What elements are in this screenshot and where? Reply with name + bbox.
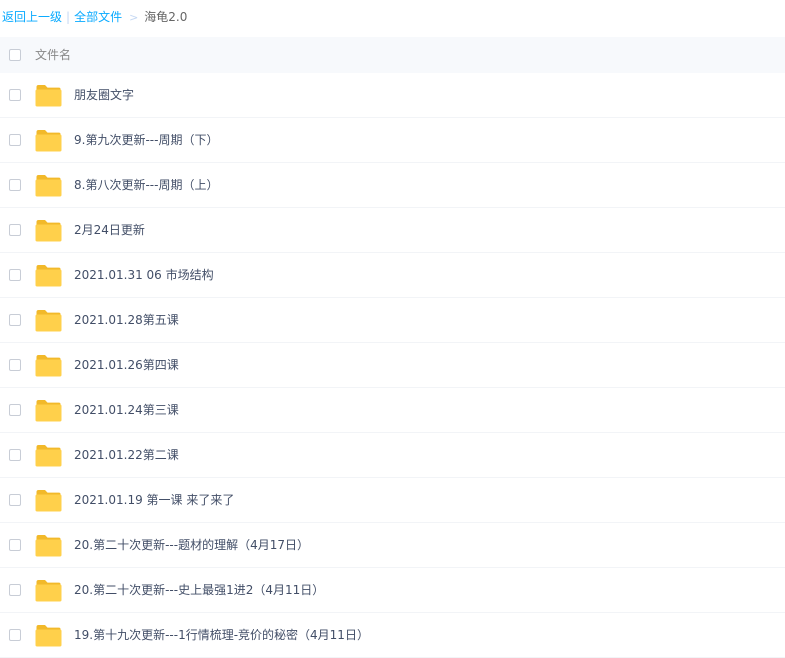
row-checkbox[interactable]: [9, 629, 21, 641]
file-row[interactable]: 9.第九次更新---周期（下）: [0, 118, 785, 163]
file-row[interactable]: 20.第二十次更新---题材的理解（4月17日）: [0, 523, 785, 568]
folder-icon[interactable]: [35, 624, 62, 647]
folder-icon[interactable]: [35, 84, 62, 107]
current-folder-name: 海龟2.0: [144, 10, 188, 24]
file-row[interactable]: 8.第八次更新---周期（上）: [0, 163, 785, 208]
file-name-link[interactable]: 2月24日更新: [74, 208, 145, 253]
row-checkbox[interactable]: [9, 584, 21, 596]
file-name-link[interactable]: 2021.01.19 第一课 来了来了: [74, 478, 234, 523]
row-checkbox[interactable]: [9, 224, 21, 236]
file-list-header: 文件名: [0, 37, 785, 73]
file-name-link[interactable]: 2021.01.31 06 市场结构: [74, 253, 214, 298]
file-name-link[interactable]: 19.第十九次更新---1行情梳理-竞价的秘密（4月11日）: [74, 613, 369, 658]
column-header-filename[interactable]: 文件名: [35, 37, 71, 73]
folder-icon[interactable]: [35, 399, 62, 422]
row-checkbox[interactable]: [9, 359, 21, 371]
back-link[interactable]: 返回上一级: [2, 10, 62, 24]
file-row[interactable]: 朋友圈文字: [0, 73, 785, 118]
file-row[interactable]: 2021.01.28第五课: [0, 298, 785, 343]
file-row[interactable]: 2021.01.31 06 市场结构: [0, 253, 785, 298]
select-all-checkbox[interactable]: [9, 49, 21, 61]
file-row[interactable]: 2021.01.26第四课: [0, 343, 785, 388]
breadcrumb-arrow-icon: >: [129, 11, 139, 24]
file-row[interactable]: 2021.01.24第三课: [0, 388, 785, 433]
file-name-link[interactable]: 9.第九次更新---周期（下）: [74, 118, 218, 163]
file-name-link[interactable]: 朋友圈文字: [74, 73, 134, 118]
all-files-link[interactable]: 全部文件: [74, 10, 122, 24]
file-name-link[interactable]: 20.第二十次更新---题材的理解（4月17日）: [74, 523, 309, 568]
row-checkbox[interactable]: [9, 449, 21, 461]
file-name-link[interactable]: 2021.01.22第二课: [74, 433, 179, 478]
row-checkbox[interactable]: [9, 134, 21, 146]
folder-icon[interactable]: [35, 174, 62, 197]
folder-icon[interactable]: [35, 579, 62, 602]
row-checkbox[interactable]: [9, 539, 21, 551]
folder-icon[interactable]: [35, 219, 62, 242]
folder-icon[interactable]: [35, 444, 62, 467]
breadcrumb-separator: |: [66, 10, 71, 24]
row-checkbox[interactable]: [9, 314, 21, 326]
row-checkbox[interactable]: [9, 269, 21, 281]
folder-icon[interactable]: [35, 129, 62, 152]
file-name-link[interactable]: 2021.01.24第三课: [74, 388, 179, 433]
file-row[interactable]: 2021.01.22第二课: [0, 433, 785, 478]
file-list: 朋友圈文字 9.第九次更新---周期（下） 8.第八次更新---周期（上） 2月24日…: [0, 73, 785, 658]
row-checkbox[interactable]: [9, 89, 21, 101]
file-row[interactable]: 2月24日更新: [0, 208, 785, 253]
folder-icon[interactable]: [35, 309, 62, 332]
row-checkbox[interactable]: [9, 179, 21, 191]
file-row[interactable]: 19.第十九次更新---1行情梳理-竞价的秘密（4月11日）: [0, 613, 785, 658]
folder-icon[interactable]: [35, 489, 62, 512]
file-row[interactable]: 2021.01.19 第一课 来了来了: [0, 478, 785, 523]
file-name-link[interactable]: 8.第八次更新---周期（上）: [74, 163, 218, 208]
folder-icon[interactable]: [35, 354, 62, 377]
folder-icon[interactable]: [35, 264, 62, 287]
file-name-link[interactable]: 20.第二十次更新---史上最强1进2（4月11日）: [74, 568, 324, 613]
row-checkbox[interactable]: [9, 404, 21, 416]
row-checkbox[interactable]: [9, 494, 21, 506]
file-row[interactable]: 20.第二十次更新---史上最强1进2（4月11日）: [0, 568, 785, 613]
file-name-link[interactable]: 2021.01.28第五课: [74, 298, 179, 343]
file-name-link[interactable]: 2021.01.26第四课: [74, 343, 179, 388]
breadcrumb: 返回上一级 | 全部文件 > 海龟2.0: [2, 8, 187, 26]
folder-icon[interactable]: [35, 534, 62, 557]
